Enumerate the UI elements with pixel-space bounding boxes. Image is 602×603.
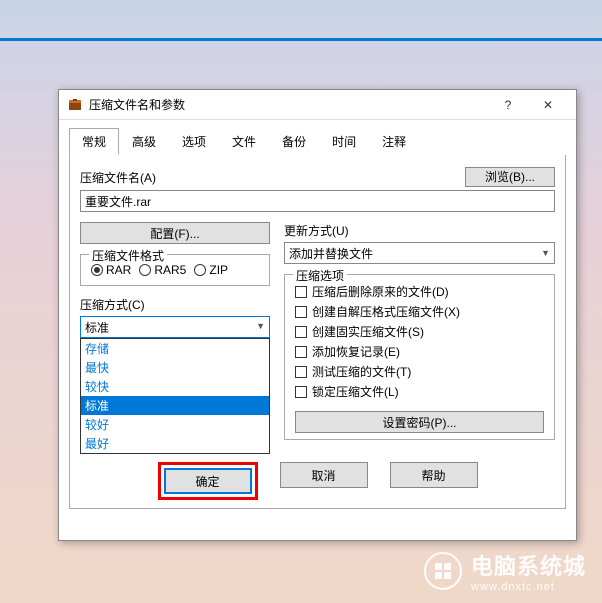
tab-advanced[interactable]: 高级 [119,128,169,155]
tab-general[interactable]: 常规 [69,128,119,155]
chevron-down-icon: ▼ [256,321,265,331]
tab-time[interactable]: 时间 [319,128,369,155]
method-option-store[interactable]: 存储 [81,339,269,358]
cancel-button[interactable]: 取消 [280,462,368,488]
tab-strip: 常规 高级 选项 文件 备份 时间 注释 [69,128,566,155]
watermark: 电脑系统城 www.dnxtc.net [423,549,586,593]
help-button[interactable]: 帮助 [390,462,478,488]
update-mode-select[interactable]: 添加并替换文件 ▼ [284,242,555,264]
app-icon [67,97,83,113]
dialog-title: 压缩文件名和参数 [89,96,488,113]
format-fieldset: 压缩文件格式 RAR RAR5 ZIP [80,254,270,286]
filename-label: 压缩文件名(A) [80,169,156,186]
set-password-button[interactable]: 设置密码(P)... [295,411,544,433]
watermark-url: www.dnxtc.net [471,581,586,593]
format-legend: 压缩文件格式 [89,247,167,264]
tab-options[interactable]: 选项 [169,128,219,155]
watermark-icon [423,551,463,591]
ok-button[interactable]: 确定 [164,468,252,494]
config-button[interactable]: 配置(F)... [80,222,270,244]
check-sfx[interactable]: 创建自解压格式压缩文件(X) [295,303,544,320]
method-option-fast[interactable]: 较快 [81,377,269,396]
method-label: 压缩方式(C) [80,296,270,313]
close-button[interactable]: ✕ [528,91,568,119]
check-delete-after[interactable]: 压缩后删除原来的文件(D) [295,283,544,300]
method-option-normal[interactable]: 标准 [81,396,269,415]
check-recovery[interactable]: 添加恢复记录(E) [295,343,544,360]
compression-method-combo[interactable]: 标准 ▼ 存储 最快 较快 标准 较好 最好 [80,316,270,338]
tab-backup[interactable]: 备份 [269,128,319,155]
filename-input[interactable] [80,190,555,212]
titlebar: 压缩文件名和参数 ? ✕ [59,90,576,120]
help-titlebar-button[interactable]: ? [488,91,528,119]
radio-rar5[interactable]: RAR5 [139,263,186,277]
method-selected: 标准 [85,321,109,335]
tab-panel-general: 压缩文件名(A) 浏览(B)... 配置(F)... 压缩文件格式 RAR RA… [69,155,566,509]
options-fieldset: 压缩选项 压缩后删除原来的文件(D) 创建自解压格式压缩文件(X) 创建固实压缩… [284,274,555,440]
archive-params-dialog: 压缩文件名和参数 ? ✕ 常规 高级 选项 文件 备份 时间 注释 压缩文件名(… [58,89,577,541]
method-option-good[interactable]: 较好 [81,415,269,434]
radio-zip[interactable]: ZIP [194,263,228,277]
annotation-red-box-ok: 确定 [158,462,258,500]
check-test[interactable]: 测试压缩的文件(T) [295,363,544,380]
method-option-best[interactable]: 最好 [81,434,269,453]
update-label: 更新方式(U) [284,222,555,239]
method-dropdown-list: 存储 最快 较快 标准 较好 最好 [80,338,270,454]
options-legend: 压缩选项 [293,267,347,284]
check-solid[interactable]: 创建固实压缩文件(S) [295,323,544,340]
check-lock[interactable]: 锁定压缩文件(L) [295,383,544,400]
watermark-title: 电脑系统城 [471,549,586,581]
radio-rar[interactable]: RAR [91,263,131,277]
method-option-fastest[interactable]: 最快 [81,358,269,377]
tab-files[interactable]: 文件 [219,128,269,155]
tab-comment[interactable]: 注释 [369,128,419,155]
chevron-down-icon: ▼ [541,248,550,258]
browse-button[interactable]: 浏览(B)... [465,167,555,187]
